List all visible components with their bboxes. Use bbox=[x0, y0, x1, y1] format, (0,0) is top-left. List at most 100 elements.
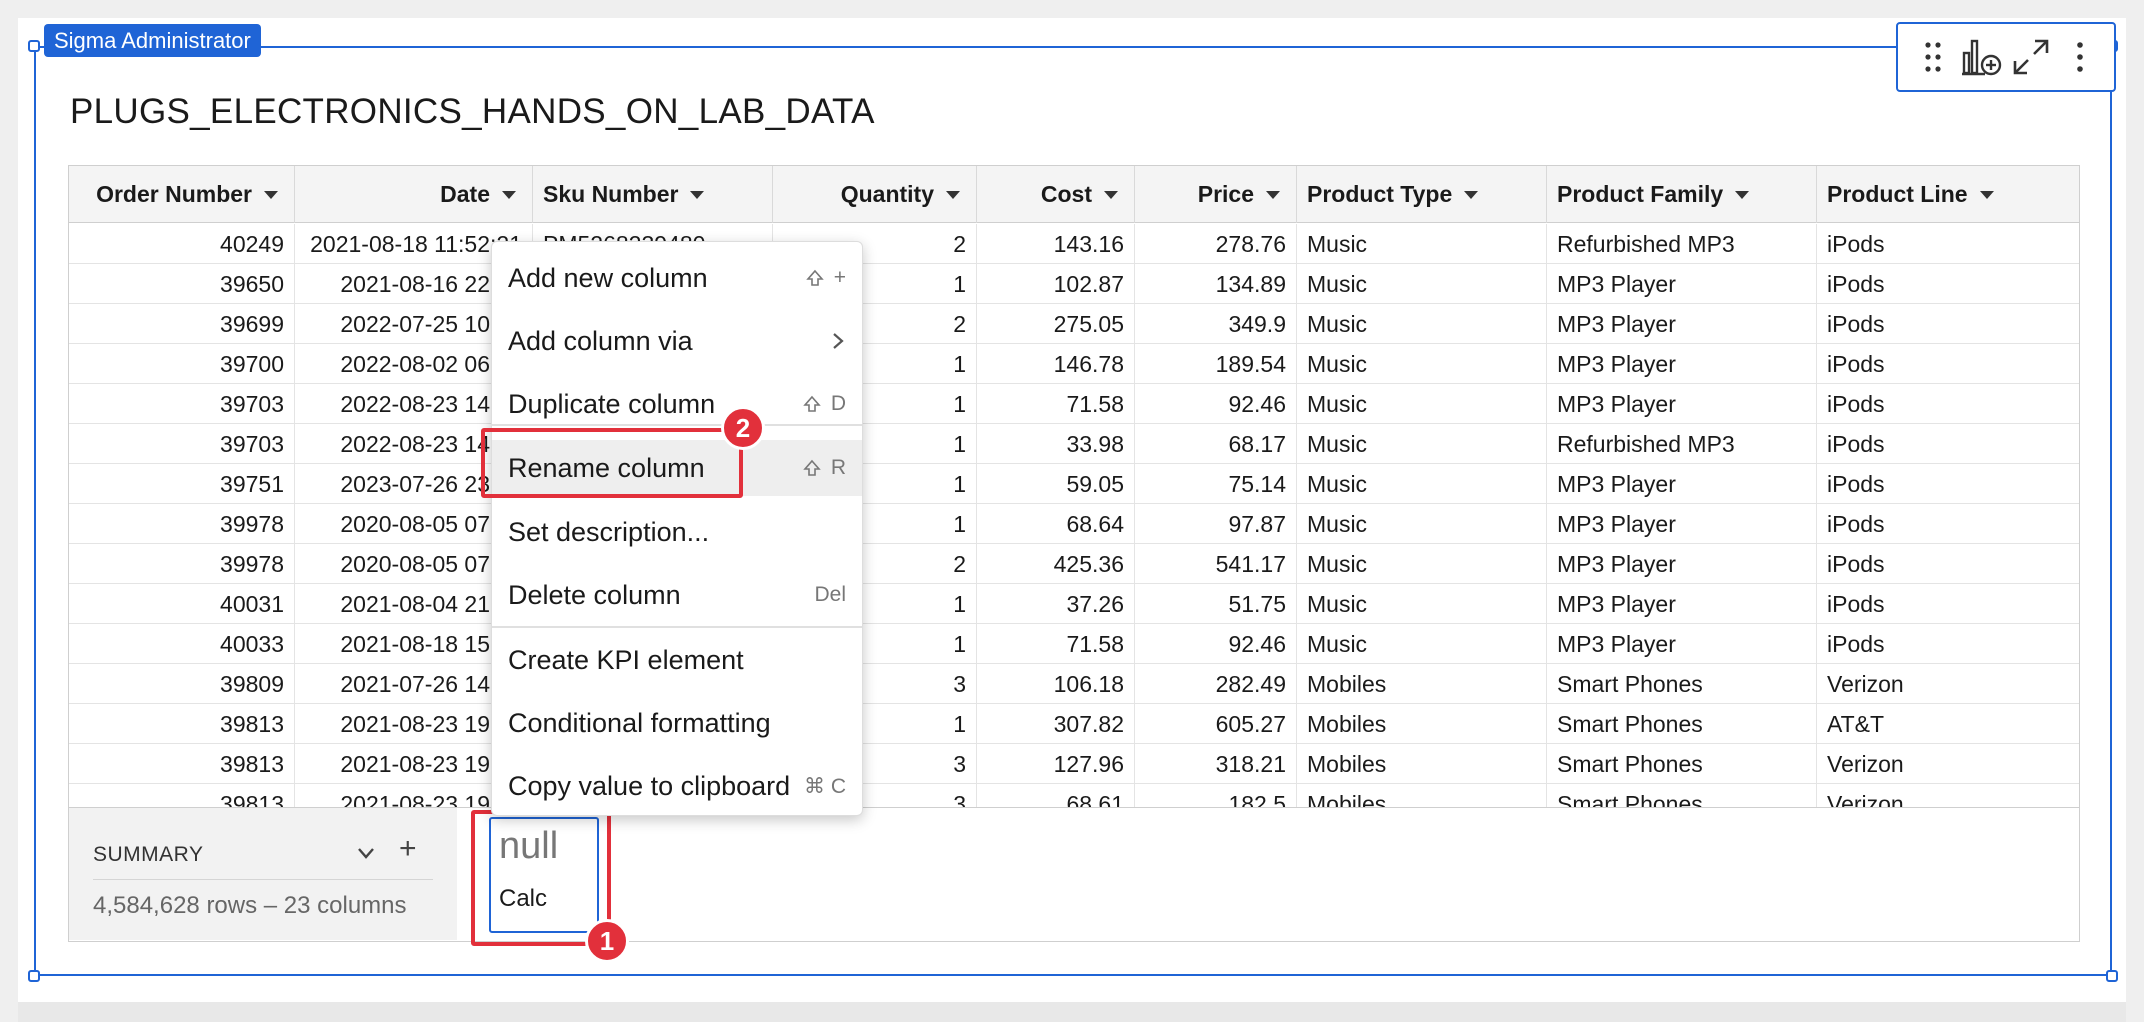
expand-icon[interactable] bbox=[2008, 34, 2054, 80]
table-cell[interactable]: Verizon bbox=[1817, 744, 2079, 784]
table-cell[interactable]: Music bbox=[1297, 624, 1547, 664]
table-cell[interactable]: Mobiles bbox=[1297, 784, 1547, 807]
table-row[interactable]: 39813 2021-08-23 19:47 1 307.82 605.27 Mobile… bbox=[69, 704, 2079, 744]
table-cell[interactable]: 39813 bbox=[69, 744, 295, 784]
table-cell[interactable]: MP3 Player bbox=[1547, 584, 1817, 624]
table-cell[interactable]: 102.87 bbox=[977, 264, 1135, 304]
caret-down-icon[interactable] bbox=[1464, 190, 1479, 199]
table-cell[interactable]: iPods bbox=[1817, 584, 2079, 624]
table-cell[interactable]: Mobiles bbox=[1297, 744, 1547, 784]
column-header[interactable]: Cost bbox=[977, 166, 1135, 223]
table-row[interactable]: 40031 2021-08-04 21:52 1 37.26 51.75 Music MP3… bbox=[69, 584, 2079, 624]
table-cell[interactable]: 71.58 bbox=[977, 624, 1135, 664]
table-cell[interactable]: 349.9 bbox=[1135, 304, 1297, 344]
caret-down-icon[interactable] bbox=[264, 190, 278, 199]
table-cell[interactable]: iPods bbox=[1817, 464, 2079, 504]
column-header[interactable]: Date bbox=[295, 166, 533, 223]
table-cell[interactable]: 92.46 bbox=[1135, 624, 1297, 664]
table-cell[interactable]: 39703 bbox=[69, 424, 295, 464]
caret-down-icon[interactable] bbox=[690, 190, 705, 199]
table-cell[interactable]: Smart Phones bbox=[1547, 664, 1817, 704]
table-cell[interactable]: MP3 Player bbox=[1547, 304, 1817, 344]
table-cell[interactable]: 40031 bbox=[69, 584, 295, 624]
table-cell[interactable]: iPods bbox=[1817, 624, 2079, 664]
menu-item-set-description[interactable]: Set description... bbox=[492, 504, 862, 560]
menu-item-create-kpi-element[interactable]: Create KPI element bbox=[492, 632, 862, 688]
menu-item-conditional-formatting[interactable]: Conditional formatting bbox=[492, 695, 862, 751]
table-cell[interactable]: Music bbox=[1297, 464, 1547, 504]
table-cell[interactable]: MP3 Player bbox=[1547, 344, 1817, 384]
menu-item-add-new-column[interactable]: Add new column + bbox=[492, 250, 862, 306]
caret-down-icon[interactable] bbox=[1735, 190, 1750, 199]
table-cell[interactable]: 127.96 bbox=[977, 744, 1135, 784]
menu-item-add-column-via[interactable]: Add column via bbox=[492, 313, 862, 369]
table-cell[interactable]: iPods bbox=[1817, 384, 2079, 424]
table-cell[interactable]: 59.05 bbox=[977, 464, 1135, 504]
table-cell[interactable]: 39699 bbox=[69, 304, 295, 344]
drag-handle-icon[interactable] bbox=[1910, 34, 1956, 80]
table-cell[interactable]: 68.64 bbox=[977, 504, 1135, 544]
chevron-down-icon[interactable] bbox=[355, 842, 377, 869]
resize-handle-top-left[interactable] bbox=[28, 40, 40, 52]
table-cell[interactable]: 51.75 bbox=[1135, 584, 1297, 624]
column-header[interactable]: Price bbox=[1135, 166, 1297, 223]
column-header[interactable]: Quantity bbox=[773, 166, 977, 223]
table-row[interactable]: 39978 2020-08-05 07:51 1 68.64 97.87 Music MP3… bbox=[69, 504, 2079, 544]
table-cell[interactable]: 37.26 bbox=[977, 584, 1135, 624]
table-cell[interactable]: 68.61 bbox=[977, 784, 1135, 807]
table-cell[interactable]: Music bbox=[1297, 544, 1547, 584]
table-cell[interactable]: Refurbished MP3 bbox=[1547, 424, 1817, 464]
column-header[interactable]: Product Type bbox=[1297, 166, 1547, 223]
table-cell[interactable]: Music bbox=[1297, 304, 1547, 344]
table-cell[interactable]: MP3 Player bbox=[1547, 504, 1817, 544]
table-cell[interactable]: 71.58 bbox=[977, 384, 1135, 424]
table-cell[interactable]: 39809 bbox=[69, 664, 295, 704]
more-options-icon[interactable] bbox=[2057, 34, 2103, 80]
table-cell[interactable]: 106.18 bbox=[977, 664, 1135, 704]
table-cell[interactable]: 282.49 bbox=[1135, 664, 1297, 704]
table-cell[interactable]: 143.16 bbox=[977, 224, 1135, 264]
table-cell[interactable]: iPods bbox=[1817, 304, 2079, 344]
table-cell[interactable]: 40033 bbox=[69, 624, 295, 664]
table-cell[interactable]: MP3 Player bbox=[1547, 624, 1817, 664]
menu-item-delete-column[interactable]: Delete column Del bbox=[492, 567, 862, 623]
table-row[interactable]: 39751 2023-07-26 23:04 1 59.05 75.14 Music MP3… bbox=[69, 464, 2079, 504]
table-cell[interactable]: iPods bbox=[1817, 344, 2079, 384]
column-header[interactable]: Order Number bbox=[69, 166, 295, 223]
table-cell[interactable]: 134.89 bbox=[1135, 264, 1297, 304]
table-cell[interactable]: 275.05 bbox=[977, 304, 1135, 344]
table-cell[interactable]: Mobiles bbox=[1297, 704, 1547, 744]
table-cell[interactable]: Music bbox=[1297, 224, 1547, 264]
table-row[interactable]: 39700 2022-08-02 06:14 1 146.78 189.54 Music M… bbox=[69, 344, 2079, 384]
table-cell[interactable]: MP3 Player bbox=[1547, 544, 1817, 584]
caret-down-icon[interactable] bbox=[946, 190, 960, 199]
table-row[interactable]: 39809 2021-07-26 14:57 3 106.18 282.49 Mobile… bbox=[69, 664, 2079, 704]
resize-handle-bottom-right[interactable] bbox=[2106, 970, 2118, 982]
table-cell[interactable]: iPods bbox=[1817, 264, 2079, 304]
table-cell[interactable]: Music bbox=[1297, 504, 1547, 544]
table-cell[interactable]: Smart Phones bbox=[1547, 744, 1817, 784]
table-cell[interactable]: 605.27 bbox=[1135, 704, 1297, 744]
table-row[interactable]: 39703 2022-08-23 14:36 1 71.58 92.46 Music MP3… bbox=[69, 384, 2079, 424]
element-title[interactable]: PLUGS_ELECTRONICS_HANDS_ON_LAB_DATA bbox=[70, 92, 875, 132]
table-cell[interactable]: Verizon bbox=[1817, 664, 2079, 704]
table-cell[interactable]: iPods bbox=[1817, 424, 2079, 464]
table-row[interactable]: 40033 2021-08-18 15:01 1 71.58 92.46 Music MP3… bbox=[69, 624, 2079, 664]
table-cell[interactable]: 39700 bbox=[69, 344, 295, 384]
table-cell[interactable]: 39978 bbox=[69, 544, 295, 584]
table-cell[interactable]: Smart Phones bbox=[1547, 784, 1817, 807]
table-row[interactable]: 402492021-08-18 11:52:21PM52682394802143… bbox=[69, 224, 2079, 264]
table-cell[interactable]: 40249 bbox=[69, 224, 295, 264]
table-cell[interactable]: Music bbox=[1297, 264, 1547, 304]
table-cell[interactable]: Refurbished MP3 bbox=[1547, 224, 1817, 264]
table-row[interactable]: 39813 2021-08-23 19:47 3 68.61 182.5 Mobiles S… bbox=[69, 784, 2079, 807]
column-header[interactable]: Product Family bbox=[1547, 166, 1817, 223]
column-header[interactable]: Product Line bbox=[1817, 166, 2079, 223]
table-cell[interactable]: MP3 Player bbox=[1547, 264, 1817, 304]
table-cell[interactable]: 33.98 bbox=[977, 424, 1135, 464]
add-chart-icon[interactable] bbox=[1959, 34, 2005, 80]
table-cell[interactable]: 97.87 bbox=[1135, 504, 1297, 544]
table-row[interactable]: 39699 2022-07-25 10:44 2 275.05 349.9 Music MP… bbox=[69, 304, 2079, 344]
table-cell[interactable]: iPods bbox=[1817, 504, 2079, 544]
table-cell[interactable]: Mobiles bbox=[1297, 664, 1547, 704]
